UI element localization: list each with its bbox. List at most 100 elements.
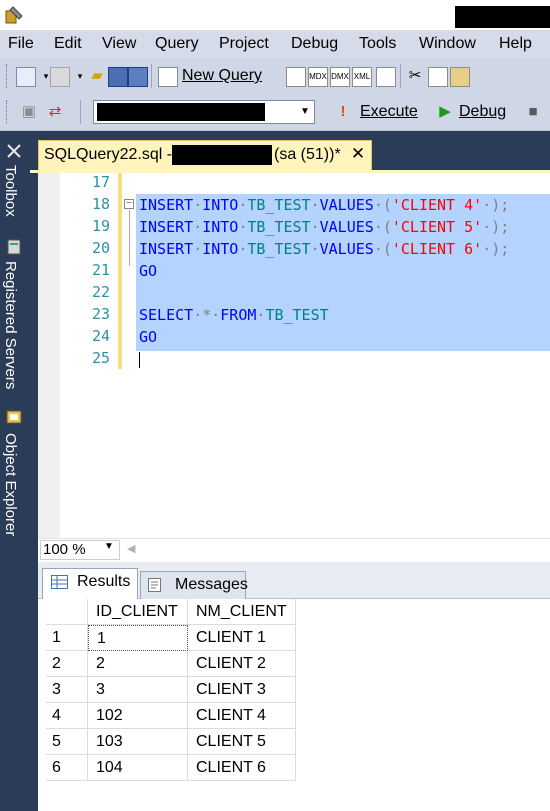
line-number: 22 bbox=[91, 283, 110, 301]
change-tracking-bar bbox=[118, 173, 122, 369]
chevron-down-icon[interactable]: ▼ bbox=[104, 541, 114, 552]
dmx-query-icon[interactable]: DMX bbox=[330, 67, 350, 87]
table-cell-id[interactable]: 1 bbox=[88, 625, 188, 651]
redacted-server-name bbox=[172, 145, 272, 165]
toolbar-grip[interactable] bbox=[6, 100, 11, 124]
close-icon[interactable]: ✕ bbox=[348, 143, 368, 165]
line-number: 21 bbox=[91, 261, 110, 279]
add-item-icon[interactable] bbox=[50, 67, 70, 87]
outline-guide bbox=[129, 210, 130, 266]
cut-icon[interactable]: ✂ bbox=[406, 67, 424, 85]
tab-results-label: Results bbox=[77, 573, 131, 590]
tab-messages[interactable]: Messages bbox=[140, 571, 248, 599]
column-header-id-client[interactable]: ID_CLIENT bbox=[88, 599, 188, 625]
menu-file[interactable]: File bbox=[8, 35, 34, 53]
analysis-query-icon[interactable] bbox=[376, 67, 396, 87]
new-query-icon[interactable] bbox=[158, 67, 178, 87]
new-project-icon[interactable] bbox=[16, 67, 36, 87]
toolbar-separator bbox=[400, 64, 401, 88]
menu-edit[interactable]: Edit bbox=[54, 35, 82, 53]
registered-servers-icon bbox=[7, 239, 21, 255]
change-connection-icon[interactable]: ⇄ bbox=[46, 103, 64, 121]
table-cell-name[interactable]: CLIENT 1 bbox=[188, 625, 296, 651]
chevron-down-icon[interactable]: ▾ bbox=[71, 67, 89, 85]
table-cell-name[interactable]: CLIENT 5 bbox=[188, 729, 296, 755]
grid-corner[interactable] bbox=[46, 599, 88, 625]
toolbox-icon bbox=[7, 144, 21, 158]
row-header[interactable]: 2 bbox=[46, 651, 88, 677]
table-cell-id[interactable]: 2 bbox=[88, 651, 188, 677]
row-header[interactable]: 5 bbox=[46, 729, 88, 755]
table-cell-id[interactable]: 3 bbox=[88, 677, 188, 703]
redacted-database-name bbox=[97, 103, 265, 121]
registered-servers-tab[interactable]: Registered Servers bbox=[0, 239, 28, 414]
registered-servers-label: Registered Servers bbox=[2, 261, 19, 390]
database-engine-query-icon[interactable] bbox=[286, 67, 306, 87]
toolbar-separator bbox=[151, 64, 152, 88]
execute-icon[interactable]: ! bbox=[334, 103, 352, 121]
row-header[interactable]: 1 bbox=[46, 625, 88, 651]
code-line-18: INSERT·INTO·TB_TEST·VALUES·('CLIENT 4'·)… bbox=[139, 196, 510, 214]
table-cell-id[interactable]: 102 bbox=[88, 703, 188, 729]
table-cell-id[interactable]: 104 bbox=[88, 755, 188, 781]
document-tab-title: SQLQuery22.sql - bbox=[44, 146, 173, 163]
connect-icon[interactable]: ▣ bbox=[20, 103, 38, 121]
copy-icon[interactable] bbox=[428, 67, 448, 87]
toolbar-grip[interactable] bbox=[6, 64, 11, 88]
save-all-icon[interactable] bbox=[128, 67, 148, 87]
line-number: 24 bbox=[91, 327, 110, 345]
save-icon[interactable] bbox=[108, 67, 128, 87]
zoom-value: 100 % bbox=[43, 541, 86, 558]
stop-icon[interactable]: ■ bbox=[524, 103, 542, 121]
line-number: 18 bbox=[91, 195, 110, 213]
new-query-label: New Query bbox=[182, 67, 263, 84]
column-header-nm-client[interactable]: NM_CLIENT bbox=[188, 599, 296, 625]
execute-button[interactable]: Execute bbox=[360, 103, 418, 121]
menu-help[interactable]: Help bbox=[499, 35, 532, 53]
code-line-21: GO bbox=[139, 262, 158, 280]
text-cursor bbox=[139, 352, 140, 368]
execute-label: Execute bbox=[360, 103, 418, 120]
menu-window[interactable]: Window bbox=[419, 35, 476, 53]
mdx-query-icon[interactable]: MDX bbox=[308, 67, 328, 87]
menu-project[interactable]: Project bbox=[219, 35, 269, 53]
grid-icon bbox=[51, 575, 68, 589]
table-cell-name[interactable]: CLIENT 3 bbox=[188, 677, 296, 703]
table-cell-name[interactable]: CLIENT 6 bbox=[188, 755, 296, 781]
code-line-23: SELECT·*·FROM·TB_TEST bbox=[139, 306, 329, 324]
debug-label: Debug bbox=[459, 103, 507, 120]
object-explorer-tab[interactable]: Object Explorer bbox=[0, 409, 28, 559]
code-line-20: INSERT·INTO·TB_TEST·VALUES·('CLIENT 6'·)… bbox=[139, 240, 510, 258]
menu-tools[interactable]: Tools bbox=[359, 35, 396, 53]
redacted-title-block bbox=[455, 6, 550, 28]
xmla-query-icon[interactable]: XML bbox=[352, 67, 372, 87]
row-header[interactable]: 6 bbox=[46, 755, 88, 781]
row-header[interactable]: 4 bbox=[46, 703, 88, 729]
object-explorer-label: Object Explorer bbox=[2, 433, 19, 537]
row-header[interactable]: 3 bbox=[46, 677, 88, 703]
messages-icon bbox=[148, 578, 161, 592]
table-cell-id[interactable]: 103 bbox=[88, 729, 188, 755]
play-icon[interactable]: ▶ bbox=[436, 103, 454, 121]
toolbox-tab[interactable]: Toolbox bbox=[0, 139, 28, 249]
object-explorer-icon bbox=[6, 410, 22, 424]
editor-gutter bbox=[38, 173, 60, 538]
table-cell-name[interactable]: CLIENT 4 bbox=[188, 703, 296, 729]
new-query-button[interactable]: New Query bbox=[182, 67, 262, 85]
menu-debug[interactable]: Debug bbox=[291, 35, 338, 53]
open-folder-icon[interactable]: ▰ bbox=[88, 67, 106, 85]
collapse-outline-icon[interactable]: − bbox=[124, 199, 134, 209]
chevron-down-icon[interactable]: ▼ bbox=[297, 101, 313, 123]
table-cell-name[interactable]: CLIENT 2 bbox=[188, 651, 296, 677]
paste-icon[interactable] bbox=[450, 67, 470, 87]
document-tab-connection: (sa (51))* bbox=[274, 146, 341, 163]
tab-results[interactable]: Results bbox=[42, 568, 138, 599]
line-number: 20 bbox=[91, 239, 110, 257]
side-tool-strip: Toolbox Registered Servers Object Explor… bbox=[0, 131, 30, 811]
menu-view[interactable]: View bbox=[102, 35, 136, 53]
menu-query[interactable]: Query bbox=[155, 35, 199, 53]
line-number: 23 bbox=[91, 305, 110, 323]
ssms-app-icon bbox=[5, 6, 23, 24]
scroll-left-icon[interactable]: ◀ bbox=[127, 542, 135, 555]
debug-button[interactable]: Debug bbox=[459, 103, 506, 121]
